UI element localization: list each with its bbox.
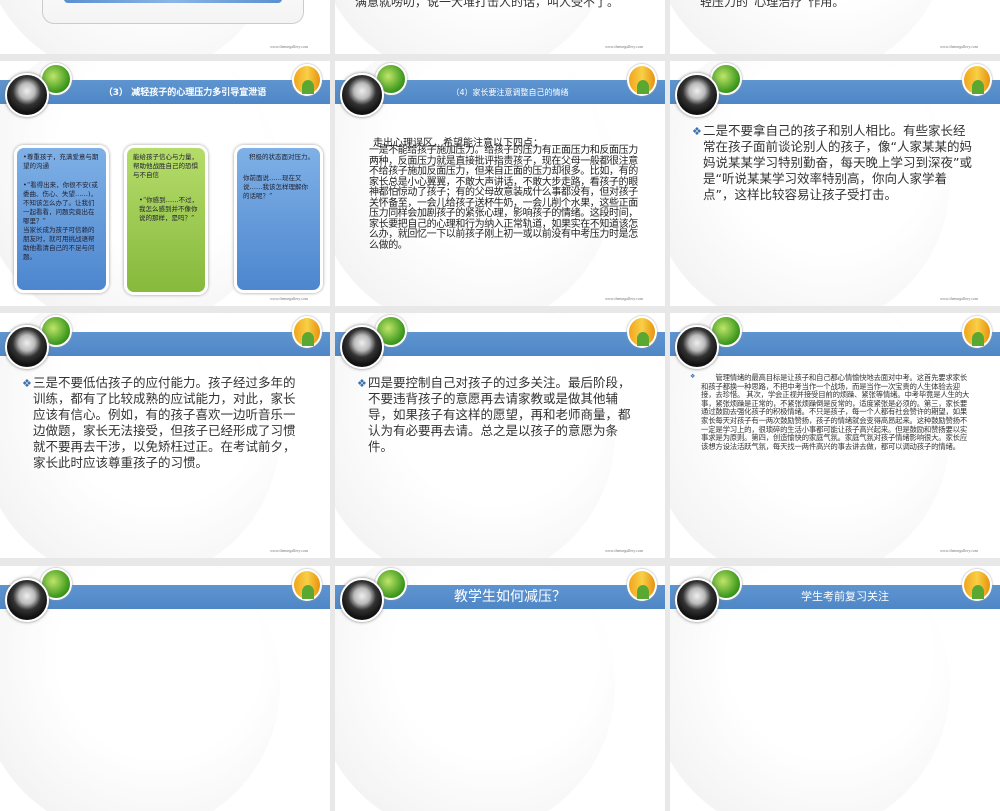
box-extra: 当家长成为孩子可信赖的朋友时，就可用挑战语帮助他看清自己的不足与问题。: [23, 226, 95, 261]
dandelion-icon: [340, 578, 384, 622]
orange-flower-icon: [962, 316, 992, 348]
slide-title: （3） 减轻孩子的心理压力多引导宣泄语: [103, 88, 267, 98]
slide-thumbnail-5[interactable]: （4）家长要注意调整自己的情绪 走出心理误区，希望能注意以下四点： 一是不能给孩…: [335, 61, 665, 306]
slide-text: 轻压力的“心理治疗”作用。: [700, 0, 845, 9]
slide-thumbnail-3[interactable]: 轻压力的“心理治疗”作用。 www.themegallery.com: [670, 0, 1000, 54]
slide-thumbnail-6[interactable]: ❖ 二是不要拿自己的孩子和别人相比。有些家长经常在孩子面前谈论别人的孩子，像“人…: [670, 61, 1000, 306]
slide-thumbnail-7[interactable]: ❖ 三是不要低估孩子的应付能力。孩子经过多年的训练，都有了比较成熟的应试能力，对…: [0, 313, 330, 558]
box-heading: 积极的状态面对压力。: [249, 153, 314, 161]
slide-title: 教学生如何减压？: [454, 589, 566, 605]
dandelion-icon: [5, 73, 49, 117]
content-box-confidence: 能给孩子信心与力量，帮助他战胜自己的恐惧与不自信 •“你感到……不过，我怎么感到…: [124, 145, 208, 295]
watermark: www.themegallery.com: [605, 44, 643, 49]
orange-flower-icon: [292, 569, 322, 601]
watermark: www.themegallery.com: [940, 548, 978, 553]
slide-thumbnail-9[interactable]: ❖ 管理情绪的最高目标是让孩子和自己都心情愉快地去面对中考。这首先要求家长和孩子…: [670, 313, 1000, 558]
watermark: www.themegallery.com: [270, 548, 308, 553]
box-body: 你前面说……现在又说……我该怎样理解你的话呢？”: [243, 174, 308, 200]
dandelion-icon: [5, 325, 49, 369]
slide-thumbnail-10[interactable]: [0, 566, 330, 811]
slide-thumbnail-1[interactable]: www.themegallery.com: [0, 0, 330, 54]
watermark: www.themegallery.com: [940, 44, 978, 49]
slide-text: 三是不要低估孩子的应付能力。孩子经过多年的训练，都有了比较成熟的应试能力，对此，…: [33, 375, 296, 470]
box-body: •“你感到……不过，我怎么感到并不像你说的那样，是吗？”: [139, 196, 199, 222]
orange-flower-icon: [627, 64, 657, 96]
blue-bar: [64, 0, 282, 3]
box-body: •“看得出来，你很不安(或委曲、伤心、失望……)，不知该怎么办了。让我们一起看看…: [23, 181, 98, 225]
bullet-icon: ❖: [692, 125, 702, 138]
dandelion-icon: [340, 73, 384, 117]
orange-flower-icon: [962, 64, 992, 96]
box-heading: •尊重孩子，充满爱意与期望的沟通: [23, 153, 99, 170]
bullet-icon: ❖: [357, 377, 367, 390]
watermark: www.themegallery.com: [940, 296, 978, 301]
slide-title: （4）家长要注意调整自己的情绪: [451, 88, 569, 97]
bullet-icon: ❖: [690, 373, 696, 380]
orange-flower-icon: [292, 316, 322, 348]
dandelion-icon: [675, 325, 719, 369]
watermark: www.themegallery.com: [605, 296, 643, 301]
content-box-respect: •尊重孩子，充满爱意与期望的沟通 •“看得出来，你很不安(或委曲、伤心、失望………: [14, 145, 109, 293]
orange-flower-icon: [627, 316, 657, 348]
slide-thumbnail-2[interactable]: 满意就唠叨，说一大堆打击人的话，叫人受不了。 www.themegallery.…: [335, 0, 665, 54]
slide-text: 四是要控制自己对孩子的过多关注。最后阶段，不要违背孩子的意愿再去请家教或是做其他…: [368, 375, 631, 454]
orange-flower-icon: [962, 569, 992, 601]
dandelion-icon: [5, 578, 49, 622]
box-heading: 能给孩子信心与力量，帮助他战胜自己的恐惧与不自信: [133, 153, 198, 179]
rounded-content-box: [42, 0, 304, 24]
content-box-positive: 积极的状态面对压力。 你前面说……现在又说……我该怎样理解你的话呢？”: [234, 145, 323, 293]
slide-thumbnail-8[interactable]: ❖ 四是要控制自己对孩子的过多关注。最后阶段，不要违背孩子的意愿再去请家教或是做…: [335, 313, 665, 558]
orange-flower-icon: [292, 64, 322, 96]
slide-text: 管理情绪的最高目标是让孩子和自己都心情愉快地去面对中考。这首先要求家长和孩子都换…: [701, 373, 970, 451]
slide-thumbnail-4[interactable]: （3） 减轻孩子的心理压力多引导宣泄语 •尊重孩子，充满爱意与期望的沟通 •“看…: [0, 61, 330, 306]
watermark: www.themegallery.com: [270, 296, 308, 301]
watermark: www.themegallery.com: [270, 44, 308, 49]
slide-text: 一是不能给孩子施加压力。给孩子的压力有正面压力和反面压力两种，反面压力就是直接批…: [369, 145, 638, 251]
dandelion-icon: [675, 73, 719, 117]
slide-text: 二是不要拿自己的孩子和别人相比。有些家长经常在孩子面前谈论别人的孩子，像“人家某…: [703, 123, 972, 202]
watermark: www.themegallery.com: [605, 548, 643, 553]
slide-thumbnail-12[interactable]: 学生考前复习关注: [670, 566, 1000, 811]
bullet-icon: ❖: [22, 377, 32, 390]
dandelion-icon: [340, 325, 384, 369]
dandelion-icon: [675, 578, 719, 622]
slide-text: 满意就唠叨，说一大堆打击人的话，叫人受不了。: [355, 0, 620, 9]
slide-title: 学生考前复习关注: [801, 590, 889, 603]
slide-thumbnail-11[interactable]: 教学生如何减压？: [335, 566, 665, 811]
orange-flower-icon: [627, 569, 657, 601]
